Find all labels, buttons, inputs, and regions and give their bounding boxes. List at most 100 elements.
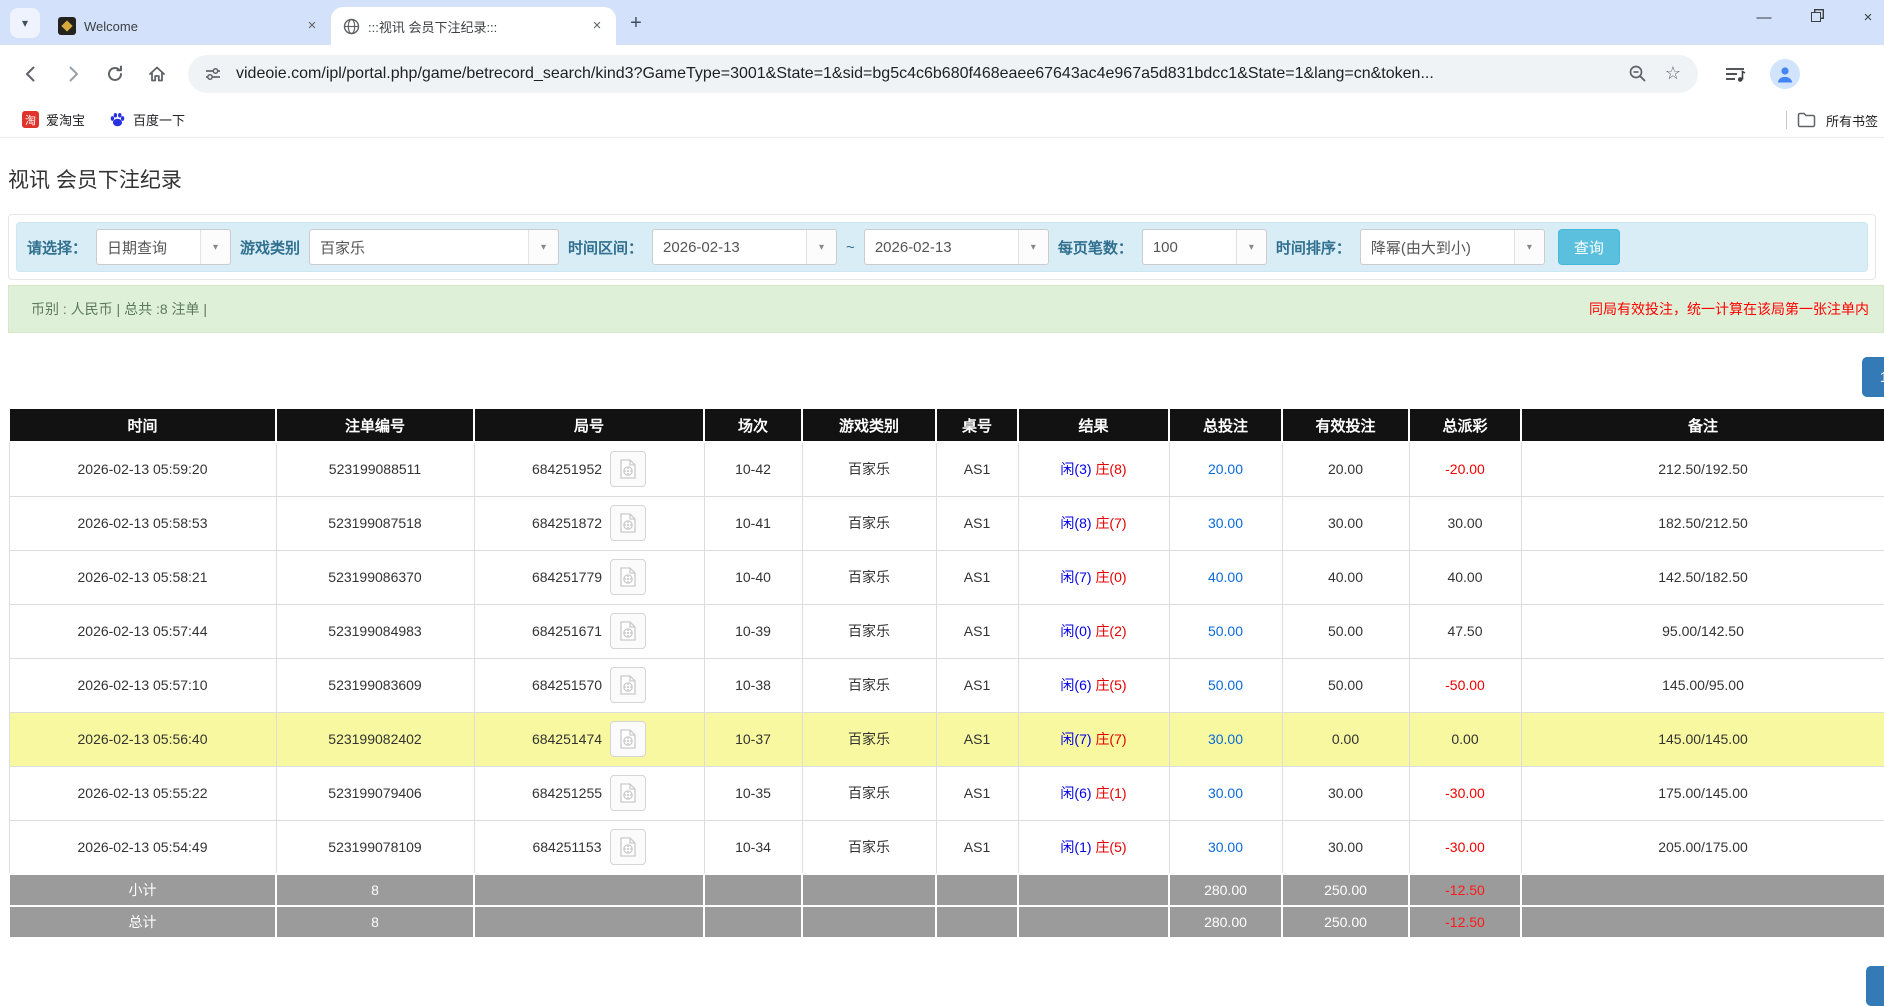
new-tab-button[interactable]: + (622, 9, 650, 37)
select-type-label: 请选择： (27, 237, 87, 258)
cell-game-type: 百家乐 (802, 496, 936, 550)
tab-search-button[interactable]: ▾ (10, 8, 40, 38)
video-replay-button[interactable] (610, 451, 646, 487)
total-row: 总计 8 280.00 250.00 -12.50 (9, 906, 1884, 938)
cell-payout: -30.00 (1409, 820, 1521, 874)
notice-text: 同局有效投注，统一计算在该局第一张注单内 (1589, 299, 1869, 319)
bookmark-label: 爱淘宝 (46, 110, 85, 129)
tab-close-icon[interactable]: × (588, 17, 606, 35)
date-to-value: 2026-02-13 (865, 230, 1018, 264)
tab-strip: ▾ Welcome × :::视讯 会员下注纪录::: × + — × (0, 0, 1884, 45)
empty-cell (1018, 906, 1169, 938)
result-banker: 庄(5) (1095, 839, 1126, 855)
video-replay-button[interactable] (610, 613, 646, 649)
cell-time: 2026-02-13 05:58:21 (9, 550, 276, 604)
browser-toolbar: videoie.com/ipl/portal.php/game/betrecor… (0, 45, 1884, 102)
cell-table-no: AS1 (936, 766, 1018, 820)
page-title: 视讯 会员下注纪录 (8, 164, 1884, 194)
date-to-select[interactable]: 2026-02-13 ▾ (864, 229, 1049, 265)
total-valid-bet: 250.00 (1282, 906, 1409, 938)
cell-session: 10-41 (704, 496, 802, 550)
url-text[interactable]: videoie.com/ipl/portal.php/game/betrecor… (236, 65, 1614, 83)
cell-total-bet: 30.00 (1169, 712, 1282, 766)
query-type-value: 日期查询 (97, 230, 200, 264)
table-row: 2026-02-13 05:58:21 523199086370 6842517… (9, 550, 1884, 604)
tab-bet-records[interactable]: :::视讯 会员下注纪录::: × (331, 7, 616, 45)
bookmark-aitaobao[interactable]: 淘 爱淘宝 (14, 106, 93, 133)
query-type-select[interactable]: 日期查询 ▾ (96, 229, 231, 265)
col-table-no: 桌号 (936, 408, 1018, 442)
all-bookmarks[interactable]: 所有书签 (1786, 102, 1884, 138)
cell-session: 10-42 (704, 442, 802, 496)
back-button[interactable] (12, 55, 50, 93)
tab-title: Welcome (84, 19, 295, 34)
page-size-select[interactable]: 100 ▾ (1142, 229, 1267, 265)
cell-total-bet: 50.00 (1169, 658, 1282, 712)
video-replay-button[interactable] (610, 505, 646, 541)
result-player: 闲(1) (1060, 839, 1091, 855)
currency-summary: 币别 : 人民币 | 总共 :8 注单 | (31, 299, 207, 319)
subtotal-total-bet: 280.00 (1169, 874, 1282, 906)
cell-round: 684251952 (474, 442, 704, 496)
chevron-down-icon: ▾ (528, 230, 558, 264)
cell-payout: -50.00 (1409, 658, 1521, 712)
table-row: 2026-02-13 05:57:10 523199083609 6842515… (9, 658, 1884, 712)
bet-records-table: 时间 注单编号 局号 场次 游戏类别 桌号 结果 总投注 有效投注 总派彩 备注… (8, 407, 1884, 939)
page-size-label: 每页笔数： (1058, 237, 1133, 258)
date-from-select[interactable]: 2026-02-13 ▾ (652, 229, 837, 265)
round-number: 684251153 (532, 839, 601, 855)
cell-valid-bet: 0.00 (1282, 712, 1409, 766)
restore-button[interactable] (1804, 9, 1828, 26)
cell-valid-bet: 40.00 (1282, 550, 1409, 604)
round-number: 684251255 (532, 785, 602, 801)
empty-cell (1018, 874, 1169, 906)
cell-game-type: 百家乐 (802, 658, 936, 712)
game-type-select[interactable]: 百家乐 ▾ (309, 229, 559, 265)
sort-select[interactable]: 降幂(由大到小) ▾ (1360, 229, 1545, 265)
zoom-out-icon[interactable] (1624, 61, 1650, 87)
home-button[interactable] (138, 55, 176, 93)
cell-bet-id: 523199083609 (276, 658, 474, 712)
result-banker: 庄(0) (1095, 569, 1126, 585)
cell-bet-id: 523199078109 (276, 820, 474, 874)
tab-close-icon[interactable]: × (303, 17, 321, 35)
subtotal-payout: -12.50 (1409, 874, 1521, 906)
profile-avatar[interactable] (1770, 59, 1800, 89)
divider (1786, 111, 1787, 129)
cell-remark: 145.00/145.00 (1521, 712, 1884, 766)
bookmark-baidu[interactable]: 百度一下 (101, 106, 193, 133)
forward-button[interactable] (54, 55, 92, 93)
search-button[interactable]: 查询 (1558, 229, 1620, 265)
total-label: 总计 (9, 906, 276, 938)
tab-welcome[interactable]: Welcome × (46, 7, 331, 45)
cell-round: 684251779 (474, 550, 704, 604)
total-total-bet: 280.00 (1169, 906, 1282, 938)
reload-button[interactable] (96, 55, 134, 93)
round-number: 684251671 (532, 623, 602, 639)
close-button[interactable]: × (1856, 9, 1880, 26)
cell-time: 2026-02-13 05:59:20 (9, 442, 276, 496)
pagination-button-bottom[interactable]: 1 (1866, 966, 1884, 1006)
url-bar[interactable]: videoie.com/ipl/portal.php/game/betrecor… (188, 55, 1698, 93)
empty-cell (1521, 874, 1884, 906)
site-settings-icon[interactable] (200, 61, 226, 87)
cell-table-no: AS1 (936, 442, 1018, 496)
video-replay-button[interactable] (610, 667, 646, 703)
table-row: 2026-02-13 05:54:49 523199078109 6842511… (9, 820, 1884, 874)
result-player: 闲(7) (1060, 569, 1091, 585)
col-time: 时间 (9, 408, 276, 442)
media-controls-icon[interactable] (1716, 55, 1754, 93)
empty-cell (474, 874, 704, 906)
chevron-down-icon: ▾ (1018, 230, 1048, 264)
bookmark-star-icon[interactable]: ☆ (1660, 61, 1686, 87)
cell-total-bet: 30.00 (1169, 496, 1282, 550)
cell-round: 684251671 (474, 604, 704, 658)
video-replay-button[interactable] (610, 829, 646, 865)
date-range-label: 时间区间： (568, 237, 643, 258)
video-replay-button[interactable] (610, 721, 646, 757)
pagination-button-top[interactable]: 1 (1862, 357, 1884, 397)
video-replay-button[interactable] (610, 559, 646, 595)
video-replay-button[interactable] (610, 775, 646, 811)
minimize-button[interactable]: — (1752, 9, 1776, 26)
baidu-paw-icon (109, 111, 126, 128)
